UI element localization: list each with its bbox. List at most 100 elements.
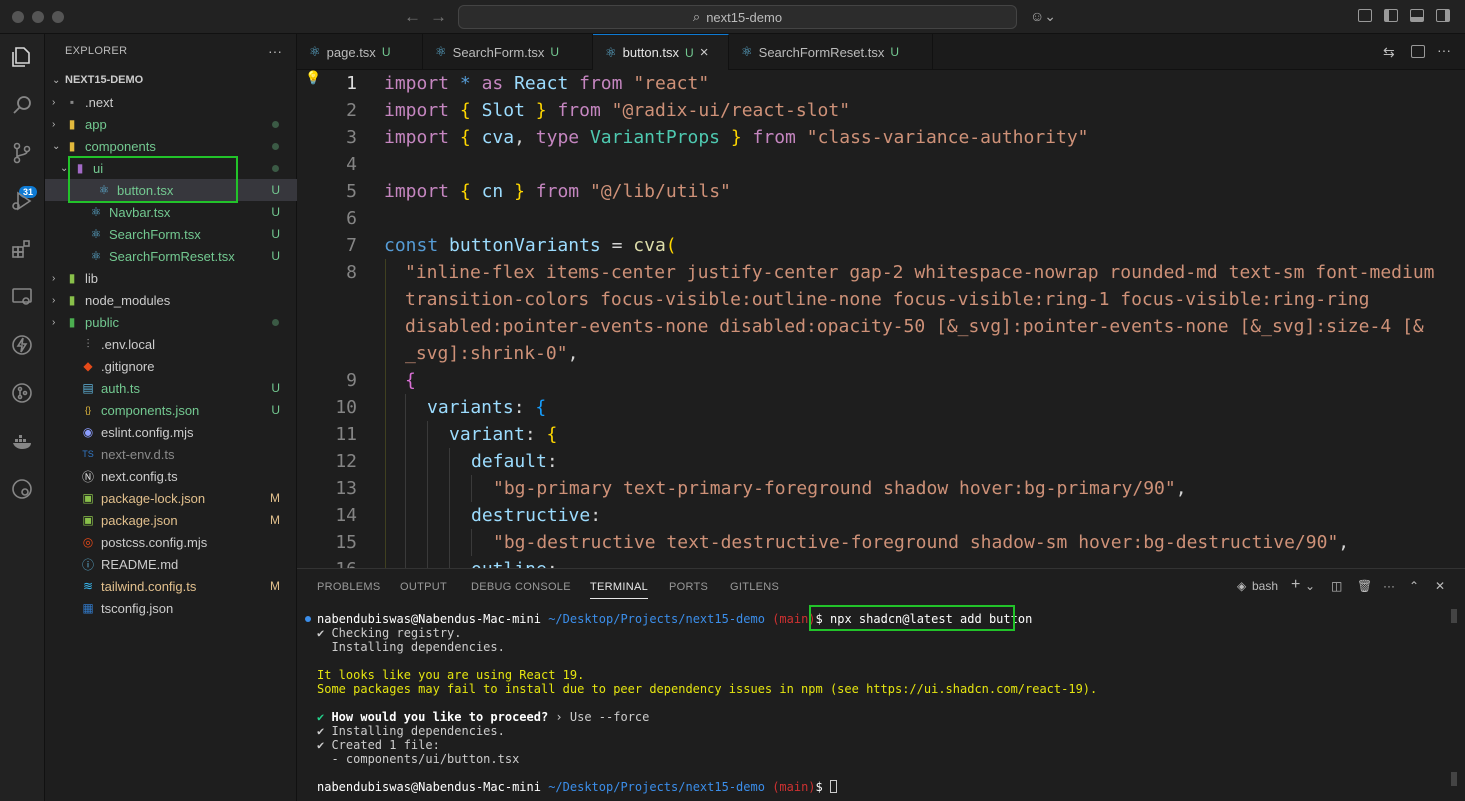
project-folder[interactable]: ⌄ NEXT15-DEMO	[45, 69, 297, 91]
file-item[interactable]: ▤ auth.ts U	[45, 377, 297, 399]
compare-changes-icon[interactable]: ⇆	[1383, 44, 1395, 61]
more-actions-icon[interactable]: ···	[1383, 579, 1395, 593]
file-item[interactable]: ◎ postcss.config.mjs	[45, 531, 297, 553]
file-item[interactable]: {} components.json U	[45, 399, 297, 421]
more-actions-icon[interactable]: ···	[1437, 42, 1451, 58]
code-line: import * as React from "react"	[384, 73, 710, 94]
highlight-box	[809, 605, 1015, 631]
toggle-sidebar-icon[interactable]	[1384, 9, 1398, 22]
scrollbar[interactable]	[1451, 772, 1457, 786]
minimize-window-button[interactable]	[32, 11, 44, 23]
file-item[interactable]: ◉ eslint.config.mjs	[45, 421, 297, 443]
explorer-icon[interactable]	[9, 44, 35, 70]
file-icon: {}	[84, 405, 91, 415]
folder-icon: ▮	[68, 315, 76, 329]
tab-gitlens[interactable]: GITLENS	[730, 581, 779, 593]
tab-button-tsx[interactable]: ⚛ button.tsx U ×	[593, 34, 729, 70]
folder-item[interactable]: › ▮ app	[45, 113, 297, 135]
new-terminal-icon[interactable]: +	[1291, 576, 1300, 594]
file-icon: ⚛	[90, 205, 102, 219]
react-file-icon: ⚛	[605, 44, 617, 60]
source-control-icon[interactable]	[9, 140, 35, 166]
run-debug-icon[interactable]	[9, 188, 35, 214]
trash-icon[interactable]: 🗑	[1357, 579, 1372, 593]
file-item[interactable]: ⫶ .env.local	[45, 333, 297, 355]
file-item[interactable]: Ⓝnext.config.ts	[45, 465, 297, 487]
tab-debug-console[interactable]: DEBUG CONSOLE	[471, 581, 571, 593]
close-tab-icon[interactable]: ×	[700, 44, 709, 61]
code-editor[interactable]: 💡 1 import * as React from "react" 2 impor…	[297, 70, 1465, 568]
terminal-shell-icon[interactable]: ◈	[1237, 579, 1246, 593]
tab-terminal[interactable]: TERMINAL	[590, 581, 649, 599]
file-item[interactable]: ▣ package.json M	[45, 509, 297, 531]
toggle-secondary-sidebar-icon[interactable]	[1436, 9, 1450, 22]
code-line: const buttonVariants = cva(	[384, 235, 677, 256]
file-item[interactable]: ⚛ SearchForm.tsx U	[45, 223, 297, 245]
toggle-panel-icon[interactable]	[1410, 9, 1424, 22]
split-terminal-icon[interactable]: ◫	[1331, 579, 1342, 593]
file-item[interactable]: ◆ .gitignore	[45, 355, 297, 377]
tab-page-tsx[interactable]: ⚛ page.tsx U	[297, 34, 423, 70]
folder-item[interactable]: › ▮ node_modules	[45, 289, 297, 311]
folder-item[interactable]: › ▪ .next	[45, 91, 297, 113]
item-label: Navbar.tsx	[109, 204, 171, 220]
back-arrow-icon[interactable]: ←	[404, 7, 421, 27]
folder-item[interactable]: ⌄ ▮ components	[45, 135, 297, 157]
split-editor-icon[interactable]	[1411, 45, 1425, 58]
copilot-icon[interactable]: ☺⌄	[1030, 8, 1056, 25]
item-label: package.json	[101, 512, 178, 528]
folder-item[interactable]: › ▮ lib	[45, 267, 297, 289]
folder-icon: ▮	[68, 117, 76, 131]
indent-guide	[471, 475, 472, 502]
file-item[interactable]: ▣ package-lock.json M	[45, 487, 297, 509]
command-center[interactable]: ⌕ next15-demo	[458, 5, 1017, 29]
file-item[interactable]: ⓘ README.md	[45, 553, 297, 575]
terminal-shell-name[interactable]: bash	[1252, 579, 1278, 593]
indent-guide	[405, 394, 406, 568]
code-line: default:	[471, 451, 558, 472]
remote-explorer-icon[interactable]	[9, 284, 35, 310]
tab-searchform-tsx[interactable]: ⚛ SearchForm.tsx U	[423, 34, 593, 70]
close-window-button[interactable]	[12, 11, 24, 23]
github-icon[interactable]	[9, 476, 35, 502]
close-panel-icon[interactable]: ✕	[1435, 579, 1445, 593]
forward-arrow-icon[interactable]: →	[430, 7, 447, 27]
file-item[interactable]: ⚛ SearchFormReset.tsx U	[45, 245, 297, 267]
gitlens-icon[interactable]	[9, 380, 35, 406]
file-item[interactable]: ⚛ Navbar.tsx U	[45, 201, 297, 223]
customize-layout-icon[interactable]	[1358, 9, 1372, 22]
file-icon: ◎	[82, 535, 94, 549]
maximize-panel-icon[interactable]: ⌃	[1409, 579, 1419, 593]
file-item[interactable]: ▦ tsconfig.json	[45, 597, 297, 619]
terminal-line: ✔ Installing dependencies.	[317, 724, 505, 738]
tab-searchformreset-tsx[interactable]: ⚛ SearchFormReset.tsx U	[729, 34, 933, 70]
item-label: SearchFormReset.tsx	[109, 248, 235, 264]
extensions-icon[interactable]	[9, 236, 35, 262]
scrollbar[interactable]	[1451, 609, 1457, 623]
indent-guide	[427, 421, 428, 568]
code-line: import { Slot } from "@radix-ui/react-sl…	[384, 100, 851, 121]
file-item[interactable]: ≋ tailwind.config.ts M	[45, 575, 297, 597]
command-center-label: next15-demo	[706, 9, 783, 25]
search-icon[interactable]	[9, 92, 35, 118]
item-label: components	[85, 138, 156, 154]
panel-tabs: PROBLEMS OUTPUT DEBUG CONSOLE TERMINAL P…	[297, 569, 1465, 605]
thunder-icon[interactable]	[9, 332, 35, 358]
docker-icon[interactable]	[9, 428, 35, 454]
line-number: 7	[346, 235, 357, 256]
code-line: "bg-primary text-primary-foreground shad…	[493, 478, 1187, 499]
git-status-badge: U	[271, 227, 280, 241]
file-icon: ⚛	[90, 249, 102, 263]
tab-output[interactable]: OUTPUT	[400, 581, 447, 593]
tab-ports[interactable]: PORTS	[669, 581, 708, 593]
chevron-right-icon: ›	[52, 294, 56, 306]
file-item[interactable]: TS next-env.d.ts	[45, 443, 297, 465]
chevron-down-icon[interactable]: ⌄	[1305, 579, 1315, 593]
file-icon: ▣	[82, 513, 94, 527]
terminal-prompt-line[interactable]: nabendubiswas@Nabendus-Mac-mini ~/Deskto…	[317, 780, 838, 794]
zoom-window-button[interactable]	[52, 11, 64, 23]
item-label: .gitignore	[101, 358, 155, 374]
tab-problems[interactable]: PROBLEMS	[317, 581, 381, 593]
folder-item[interactable]: › ▮ public	[45, 311, 297, 333]
more-actions-icon[interactable]: ···	[268, 43, 282, 59]
